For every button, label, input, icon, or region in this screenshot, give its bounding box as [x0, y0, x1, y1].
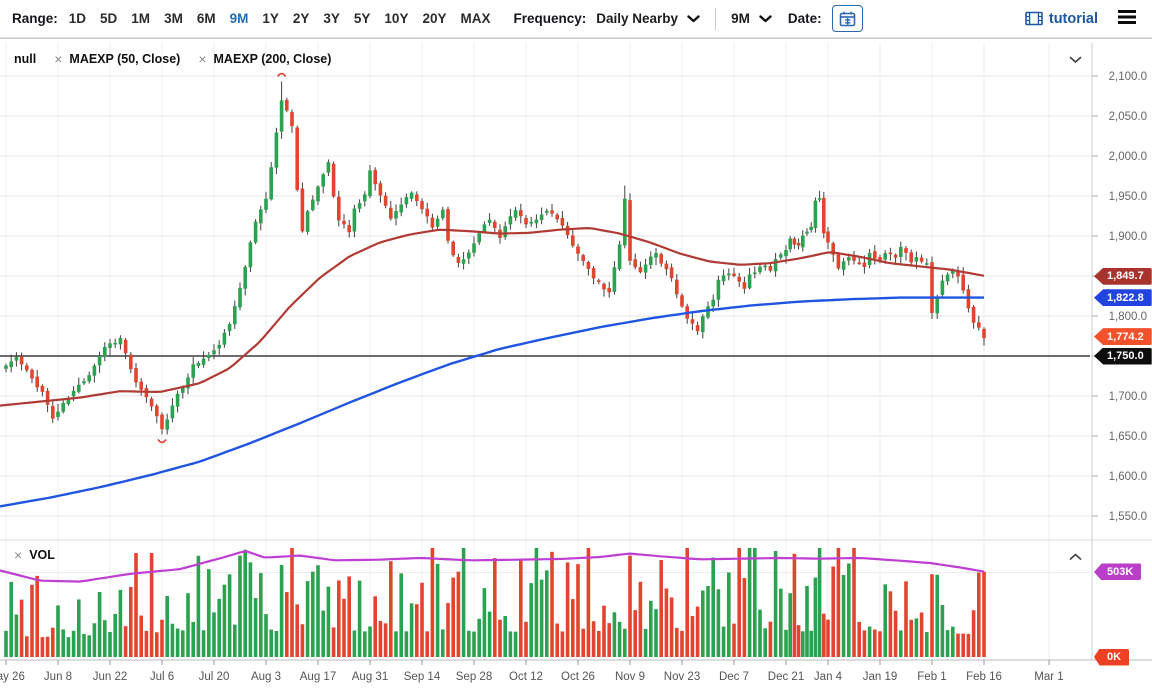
chevron-up-icon [1069, 553, 1082, 561]
y-axis-label: 2,000.0 [1109, 151, 1147, 163]
date-label: Date: [788, 11, 822, 26]
frequency-value: Daily Nearby [596, 11, 678, 26]
legend-item-maexp-200-close[interactable]: × MAEXP (200, Close) [198, 52, 331, 66]
range-button-5d[interactable]: 5D [93, 7, 124, 30]
chart-canvas[interactable]: 2,100.02,050.02,000.01,950.01,900.01,850… [0, 39, 1152, 691]
x-axis-label: Nov 9 [615, 671, 645, 683]
legend-item-label: null [14, 52, 36, 66]
menu-button[interactable] [1114, 6, 1140, 31]
y-axis-label: 1,900.0 [1109, 231, 1147, 243]
hamburger-menu-icon [1117, 9, 1137, 25]
period-value: 9M [731, 11, 750, 26]
ma200-price-badge: 1,822.8 [1094, 289, 1152, 306]
range-button-9m[interactable]: 9M [223, 7, 256, 30]
volume-legend: × VOL [14, 548, 55, 562]
range-button-max[interactable]: MAX [453, 7, 497, 30]
y-axis-label: 2,050.0 [1109, 111, 1147, 123]
x-axis-label: Jul 6 [150, 671, 174, 683]
chart-area: 2,100.02,050.02,000.01,950.01,900.01,850… [0, 38, 1152, 691]
range-button-20y[interactable]: 20Y [415, 7, 453, 30]
x-axis-label: Oct 26 [561, 671, 595, 683]
x-axis-label: Dec 21 [768, 671, 804, 683]
volume-label: VOL [29, 548, 55, 562]
volume-panel-collapse-button[interactable] [1063, 548, 1087, 566]
range-button-5y[interactable]: 5Y [347, 7, 378, 30]
x-axis-label: Sep 14 [404, 671, 441, 683]
calendar-icon [839, 11, 856, 27]
x-axis-label: Oct 12 [509, 671, 543, 683]
legend-item-label: MAEXP (200, Close) [214, 52, 332, 66]
chevron-down-icon [759, 15, 772, 23]
legend-item-label: MAEXP (50, Close) [69, 52, 180, 66]
y-axis-label: 1,950.0 [1109, 191, 1147, 203]
ma50-line [0, 228, 984, 406]
range-button-3m[interactable]: 3M [157, 7, 190, 30]
x-axis-label: Dec 7 [719, 671, 749, 683]
volume-last-badge: 0K [1094, 649, 1129, 666]
volume-ma-line [0, 551, 984, 581]
x-axis-label: Jan 4 [814, 671, 843, 683]
frequency-dropdown[interactable]: Daily Nearby [590, 7, 706, 30]
x-axis-label: Feb 16 [966, 671, 1002, 683]
ma50-price-badge: 1,849.7 [1094, 268, 1152, 285]
legend-item-null[interactable]: null [14, 52, 36, 66]
range-button-1y[interactable]: 1Y [255, 7, 286, 30]
price-panel-collapse-button[interactable] [1063, 51, 1087, 69]
tutorial-label: tutorial [1049, 11, 1098, 27]
range-button-3y[interactable]: 3Y [316, 7, 347, 30]
chevron-down-icon [1069, 56, 1082, 64]
x-axis-label: Aug 3 [251, 671, 281, 683]
x-axis-label: Feb 1 [917, 671, 946, 683]
range-button-1m[interactable]: 1M [124, 7, 157, 30]
x-axis-label: Aug 17 [300, 671, 336, 683]
volume-ma-badge: 503K [1094, 563, 1141, 580]
x-axis-label: May 26 [0, 671, 25, 683]
gridlines [0, 43, 1152, 660]
volume-series [4, 548, 986, 657]
y-axis-label: 1,650.0 [1109, 431, 1147, 443]
tutorial-link[interactable]: tutorial [1025, 11, 1098, 27]
range-button-2y[interactable]: 2Y [286, 7, 317, 30]
period-dropdown[interactable]: 9M [725, 7, 778, 30]
last-price-badge: 1,774.2 [1094, 328, 1152, 345]
x-axis-label: Mar 1 [1034, 671, 1063, 683]
range-label: Range: [12, 11, 58, 26]
candlestick-series [4, 82, 986, 435]
ma200-line [0, 298, 984, 507]
y-axis-label: 1,600.0 [1109, 471, 1147, 483]
x-axis-label: Aug 31 [352, 671, 388, 683]
chart-legend: null × MAEXP (50, Close) × MAEXP (200, Close… [14, 52, 331, 66]
chart-toolbar: Range: 1D5D1M3M6M9M1Y2Y3Y5Y10Y20YMAX Fre… [0, 0, 1152, 38]
legend-item-maexp-50-close[interactable]: × MAEXP (50, Close) [54, 52, 180, 66]
film-strip-icon [1025, 11, 1043, 26]
x-axis-label: Jun 8 [44, 671, 72, 683]
y-axis-label: 2,100.0 [1109, 71, 1147, 83]
crosshair-price-badge: 1,750.0 [1094, 348, 1152, 365]
x-axis-label: Jul 20 [199, 671, 230, 683]
range-button-6m[interactable]: 6M [190, 7, 223, 30]
close-icon[interactable]: × [14, 548, 22, 562]
range-button-10y[interactable]: 10Y [377, 7, 415, 30]
frequency-label: Frequency: [513, 11, 586, 26]
x-axis-label: Sep 28 [456, 671, 492, 683]
y-axis-label: 1,700.0 [1109, 391, 1147, 403]
range-button-1d[interactable]: 1D [62, 7, 93, 30]
x-axis-label: Jan 19 [863, 671, 898, 683]
date-picker-button[interactable] [832, 5, 863, 32]
y-axis-label: 1,800.0 [1109, 311, 1147, 323]
x-axis-label: Jun 22 [93, 671, 128, 683]
toolbar-separator [715, 8, 716, 30]
range-button-group: 1D5D1M3M6M9M1Y2Y3Y5Y10Y20YMAX [62, 7, 498, 30]
x-axis-label: Nov 23 [664, 671, 700, 683]
y-axis-label: 1,550.0 [1109, 511, 1147, 523]
close-icon[interactable]: × [198, 52, 206, 66]
close-icon[interactable]: × [54, 52, 62, 66]
chevron-down-icon [687, 15, 700, 23]
